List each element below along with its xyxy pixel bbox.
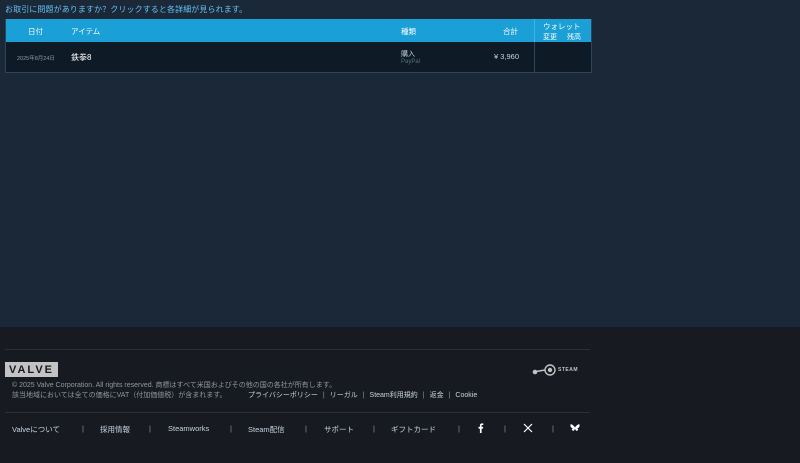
- bluesky-icon[interactable]: [570, 423, 580, 433]
- row-type: 購入: [401, 51, 415, 58]
- valve-logo[interactable]: VALVE: [5, 362, 58, 377]
- valve-logo-text: VALVE: [8, 363, 55, 376]
- page: お取引に問題がありますか？クリックすると各詳細が見られます。 日付 アイテム 種…: [0, 0, 800, 463]
- facebook-icon[interactable]: [476, 423, 486, 433]
- header-wallet-change: 変更: [543, 34, 557, 41]
- steam-logo[interactable]: STEAM: [532, 362, 578, 378]
- row-payment-method: PayPal: [401, 59, 421, 65]
- footer-link-steam-distribution[interactable]: Steam配信: [248, 424, 285, 435]
- footer-link-jobs[interactable]: 採用情報: [100, 424, 130, 435]
- help-link[interactable]: お取引に問題がありますか？クリックすると各詳細が見られます。: [5, 4, 247, 15]
- cookie-link[interactable]: Cookie: [455, 392, 477, 399]
- footer-divider: [5, 412, 590, 413]
- separator: |: [230, 424, 232, 433]
- separator: |: [458, 424, 460, 433]
- header-item: アイテム: [71, 27, 101, 36]
- separator: |: [552, 424, 554, 433]
- footer-link-steamworks[interactable]: Steamworks: [168, 424, 209, 433]
- main-content: お取引に問題がありますか？クリックすると各詳細が見られます。 日付 アイテム 種…: [0, 0, 800, 327]
- copyright-text: © 2025 Valve Corporation. All rights res…: [12, 382, 337, 389]
- header-wallet-balance: 残高: [567, 34, 581, 41]
- legal-links: プライバシーポリシー | リーガル | Steam利用規約 | 返金 | Cookie: [248, 390, 477, 400]
- separator: |: [149, 424, 151, 433]
- x-icon[interactable]: [523, 423, 533, 433]
- header-wallet-group: ウォレット 変更 残高: [534, 19, 592, 42]
- header-total: 合計: [503, 27, 518, 36]
- footer-link-gift-cards[interactable]: ギフトカード: [391, 424, 436, 435]
- header-wallet: ウォレット: [543, 22, 581, 31]
- row-item: 鉄拳8: [71, 53, 92, 62]
- separator: |: [373, 424, 375, 433]
- separator: |: [82, 424, 84, 433]
- row-total: ¥ 3,960: [494, 52, 520, 61]
- steam-terms-link[interactable]: Steam利用規約: [370, 392, 418, 399]
- row-wallet-cell: [534, 42, 592, 72]
- separator: |: [422, 392, 425, 399]
- refunds-link[interactable]: 返金: [430, 392, 444, 399]
- separator: |: [448, 392, 451, 399]
- footer: VALVE STEAM © 2025 Valve Corporation. Al…: [0, 327, 800, 463]
- separator: |: [322, 392, 325, 399]
- table-row[interactable]: 2025年8月24日 鉄拳8 購入 PayPal ¥ 3,960: [6, 42, 591, 72]
- separator: |: [362, 392, 365, 399]
- vat-notice: 該当地域においては全ての価格にVAT（付加価値税）が含まれます。: [12, 392, 227, 399]
- footer-link-support[interactable]: サポート: [324, 424, 354, 435]
- footer-divider: [5, 349, 590, 350]
- separator: |: [305, 424, 307, 433]
- legal-link[interactable]: リーガル: [330, 392, 358, 399]
- steam-icon: [532, 364, 556, 376]
- separator: |: [504, 424, 506, 433]
- footer-link-about-valve[interactable]: Valveについて: [12, 424, 60, 435]
- header-type: 種類: [401, 27, 416, 36]
- steam-logo-text: STEAM: [558, 367, 578, 373]
- row-date: 2025年8月24日: [17, 56, 55, 62]
- table-header: 日付 アイテム 種類 合計 ウォレット 変更 残高: [6, 19, 591, 42]
- header-date: 日付: [28, 27, 43, 36]
- transaction-table: 日付 アイテム 種類 合計 ウォレット 変更 残高 2025年8月24日 鉄拳8…: [5, 19, 592, 73]
- privacy-policy-link[interactable]: プライバシーポリシー: [248, 392, 318, 399]
